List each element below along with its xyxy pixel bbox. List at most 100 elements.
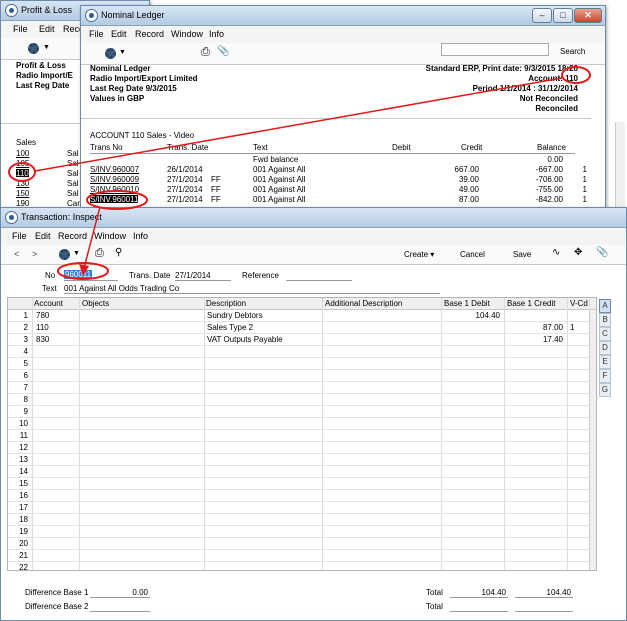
table-row[interactable]: 3 830 VAT Outputs Payable 17.40 [8,334,596,346]
nl-trans-date: 26/1/2014 [167,165,203,174]
chevron-down-icon[interactable]: ▼ [73,250,80,257]
table-row[interactable]: 11 [8,430,596,442]
pl-account-link[interactable]: 100 [16,149,29,158]
nl-trans-no-link[interactable]: S/INV.960009 [90,175,139,184]
nl-menu-file[interactable]: File [89,29,104,39]
nl-title: Nominal Ledger [101,10,165,20]
total-credit: 104.40 [546,588,571,597]
total-debit: 104.40 [481,588,506,597]
credit-cell[interactable]: 87.00 [507,323,563,332]
create-button[interactable]: Create ▾ [404,250,434,259]
pl-menu-edit[interactable]: Edit [39,24,55,34]
table-row[interactable]: 6 [8,370,596,382]
table-row[interactable]: 22 [8,562,596,570]
description-cell[interactable]: Sales Type 2 [207,323,253,332]
debit-cell[interactable]: 104.40 [444,311,500,320]
close-button[interactable]: ✕ [574,8,602,23]
vcd-cell[interactable]: 1 [570,323,574,332]
nl-scrollbar[interactable] [615,122,625,214]
account-cell[interactable]: 110 [36,323,49,332]
reference-field[interactable] [286,270,352,280]
nl-trans-no-link[interactable]: S/INV.960011 [90,195,139,204]
table-row[interactable]: 15 [8,478,596,490]
gear-icon[interactable] [28,43,39,54]
nl-header-right-1: Standard ERP, Print date: 9/3/2015 18:26 [425,64,578,73]
table-row[interactable]: 10 [8,418,596,430]
table-row[interactable]: 2 110 Sales Type 2 87.00 1 [8,322,596,334]
save-button[interactable]: Save [513,250,531,259]
tab-a[interactable]: A [599,299,611,313]
ti-menu-window[interactable]: Window [94,231,126,241]
nl-menu-record[interactable]: Record [135,29,164,39]
grid-scrollbar[interactable] [589,310,596,570]
activity-icon[interactable]: ∿ [552,247,560,258]
table-row[interactable]: 16 [8,490,596,502]
row-number: 14 [19,467,28,476]
tab-d[interactable]: D [599,341,611,355]
table-row[interactable]: 13 [8,454,596,466]
gear-icon[interactable] [59,249,70,260]
search-label[interactable]: Search [560,47,585,56]
printer-icon[interactable]: ⎙ [201,46,210,59]
minimize-button[interactable]: – [532,8,552,23]
cancel-button[interactable]: Cancel [460,250,485,259]
chevron-down-icon[interactable]: ▼ [119,49,126,56]
table-row[interactable]: 4 [8,346,596,358]
nl-trans-no-link[interactable]: S/INV.960007 [90,165,139,174]
pl-account-link[interactable]: 150 [16,189,29,198]
tab-g[interactable]: G [599,383,611,397]
account-cell[interactable]: 830 [36,335,49,344]
tab-b[interactable]: B [599,313,611,327]
prev-record-button[interactable]: < [14,249,19,259]
nl-menu-info[interactable]: Info [209,29,224,39]
ti-menu-file[interactable]: File [12,231,27,241]
nl-trans-no-link[interactable]: S/INV.960010 [90,185,139,194]
expand-icon[interactable]: ✥ [574,247,582,258]
pl-account-link[interactable]: 130 [16,179,29,188]
table-row[interactable]: 17 [8,502,596,514]
row-number: 21 [19,551,28,560]
table-row[interactable]: 1 780 Sundry Debtors 104.40 [8,310,596,322]
row-number: 1 [23,311,28,320]
table-row[interactable]: 12 [8,442,596,454]
chevron-down-icon[interactable]: ▼ [43,44,50,51]
next-record-button[interactable]: > [32,249,37,259]
tab-f[interactable]: F [599,369,611,383]
nl-menu-window[interactable]: Window [171,29,203,39]
search-input[interactable] [441,43,549,56]
table-row[interactable]: 20 [8,538,596,550]
table-row[interactable]: 8 [8,394,596,406]
ti-titlebar[interactable]: Transaction: Inspect [1,208,626,228]
print-preview-icon[interactable]: ⚲ [115,247,122,258]
pl-menu-file[interactable]: File [13,24,28,34]
tab-c[interactable]: C [599,327,611,341]
account-cell[interactable]: 780 [36,311,49,320]
description-cell[interactable]: VAT Outputs Payable [207,335,283,344]
gear-icon[interactable] [105,48,116,59]
nl-titlebar[interactable]: Nominal Ledger – □ ✕ [81,6,605,26]
pl-account-link[interactable]: 110 [16,169,29,178]
description-cell[interactable]: Sundry Debtors [207,311,263,320]
ti-menu-record[interactable]: Record [58,231,87,241]
credit-cell[interactable]: 17.40 [507,335,563,344]
paperclip-icon[interactable]: 📎 [217,46,229,57]
table-row[interactable]: 18 [8,514,596,526]
paperclip-icon[interactable]: 📎 [596,247,608,258]
maximize-button[interactable]: □ [553,8,573,23]
nl-menu-edit[interactable]: Edit [111,29,127,39]
table-row[interactable]: 5 [8,358,596,370]
printer-icon[interactable]: ⎙ [95,247,104,260]
nl-fwd-text: Fwd balance [253,155,299,164]
ti-menu-info[interactable]: Info [133,231,148,241]
table-row[interactable]: 9 [8,406,596,418]
ti-menu-edit[interactable]: Edit [35,231,51,241]
trans-date-field[interactable]: 27/1/2014 [175,271,230,280]
pl-account-link[interactable]: 105 [16,159,29,168]
table-row[interactable]: 14 [8,466,596,478]
table-row[interactable]: 19 [8,526,596,538]
table-row[interactable]: 21 [8,550,596,562]
text-field[interactable]: 001 Against All Odds Trading Co [64,284,440,293]
tab-e[interactable]: E [599,355,611,369]
pl-account-name: Sal [67,189,79,198]
table-row[interactable]: 7 [8,382,596,394]
